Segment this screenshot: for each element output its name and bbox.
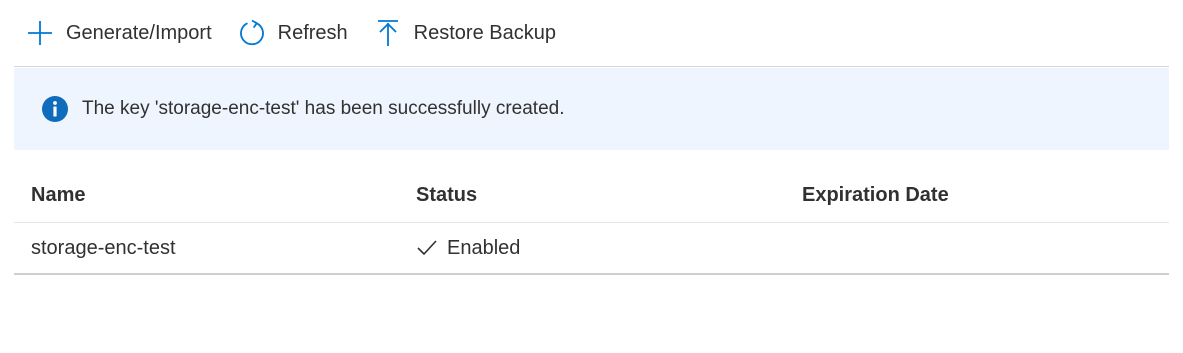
plus-icon bbox=[26, 19, 54, 47]
info-message-bar: The key 'storage-enc-test' has been succ… bbox=[14, 68, 1169, 150]
generate-import-label: Generate/Import bbox=[66, 22, 212, 44]
table-row[interactable]: storage-enc-test Enabled bbox=[14, 223, 1169, 275]
generate-import-button[interactable]: Generate/Import bbox=[26, 13, 212, 53]
column-header-status[interactable]: Status bbox=[399, 184, 785, 207]
key-status-text: Enabled bbox=[447, 236, 521, 259]
table-header: Name Status Expiration Date bbox=[14, 168, 1169, 223]
key-vault-keys-page: Generate/Import Refresh Restore Backup T… bbox=[0, 0, 1183, 353]
check-icon bbox=[416, 237, 438, 259]
command-bar: Generate/Import Refresh Restore Backup bbox=[14, 0, 1169, 67]
refresh-icon bbox=[238, 19, 266, 47]
refresh-button[interactable]: Refresh bbox=[238, 13, 348, 53]
banner-message: The key 'storage-enc-test' has been succ… bbox=[82, 98, 565, 119]
info-icon bbox=[41, 95, 69, 123]
key-status-cell: Enabled bbox=[399, 237, 785, 260]
column-header-expiration-date[interactable]: Expiration Date bbox=[785, 184, 1169, 207]
keys-table: Name Status Expiration Date storage-enc-… bbox=[14, 168, 1169, 275]
refresh-label: Refresh bbox=[277, 22, 348, 44]
restore-backup-label: Restore Backup bbox=[413, 22, 556, 44]
upload-icon bbox=[374, 19, 402, 47]
restore-backup-button[interactable]: Restore Backup bbox=[374, 13, 556, 53]
column-header-name[interactable]: Name bbox=[14, 184, 399, 207]
key-name-link[interactable]: storage-enc-test bbox=[14, 237, 399, 260]
